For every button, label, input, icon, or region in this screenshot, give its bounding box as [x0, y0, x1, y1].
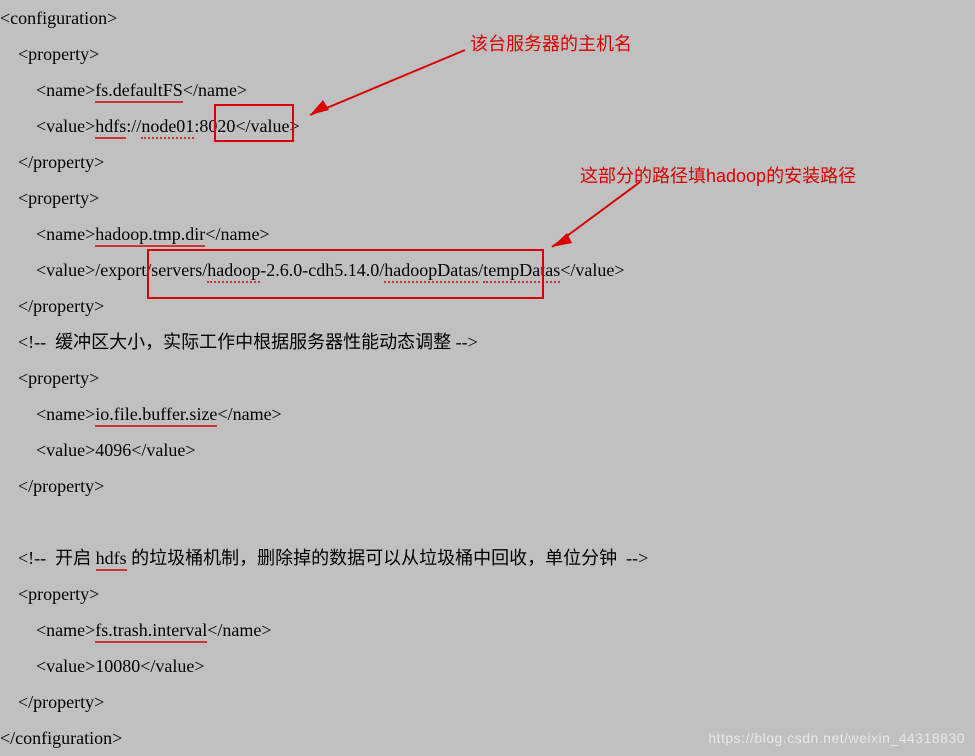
- line: <name>fs.trash.interval</name>: [0, 620, 272, 643]
- text-underlined: fs.trash.interval: [95, 620, 207, 643]
- line: </property>: [0, 296, 104, 316]
- arrow-icon: [295, 50, 475, 130]
- text-underlined: fs.defaultFS: [95, 80, 183, 103]
- line: <name>fs.defaultFS</name>: [0, 80, 247, 103]
- text-underlined: io.file.buffer.size: [95, 404, 217, 427]
- line: <property>: [0, 188, 99, 208]
- watermark: https://blog.csdn.net/weixin_44318830: [708, 730, 965, 746]
- line: <name>io.file.buffer.size</name>: [0, 404, 282, 427]
- line: </property>: [0, 692, 104, 712]
- line: </property>: [0, 152, 104, 172]
- text-underlined: hadoop.tmp.dir: [95, 224, 205, 247]
- highlight-box-hostname: [214, 104, 294, 142]
- line: <!-- 缓冲区大小，实际工作中根据服务器性能动态调整 -->: [0, 332, 478, 352]
- line: </configuration>: [0, 728, 122, 748]
- annotation-hostname: 该台服务器的主机名: [470, 30, 632, 56]
- line: <property>: [0, 368, 99, 388]
- text-underlined: hdfs: [96, 548, 127, 571]
- line: <property>: [0, 584, 99, 604]
- line: <value>4096</value>: [0, 440, 196, 460]
- line: [0, 512, 5, 532]
- line: <configuration>: [0, 8, 117, 28]
- highlight-box-path: [147, 249, 544, 299]
- arrow-icon: [540, 182, 660, 262]
- hostname: node01: [141, 116, 194, 139]
- line: <property>: [0, 44, 99, 64]
- line: <name>hadoop.tmp.dir</name>: [0, 224, 270, 247]
- xml-code-block: <configuration> <property> <name>fs.defa…: [0, 0, 975, 756]
- line: </property>: [0, 476, 104, 496]
- text-underlined: hdfs: [95, 116, 126, 139]
- line: <!-- 开启 hdfs 的垃圾桶机制，删除掉的数据可以从垃圾桶中回收，单位分钟…: [0, 548, 648, 571]
- line: <value>10080</value>: [0, 656, 205, 676]
